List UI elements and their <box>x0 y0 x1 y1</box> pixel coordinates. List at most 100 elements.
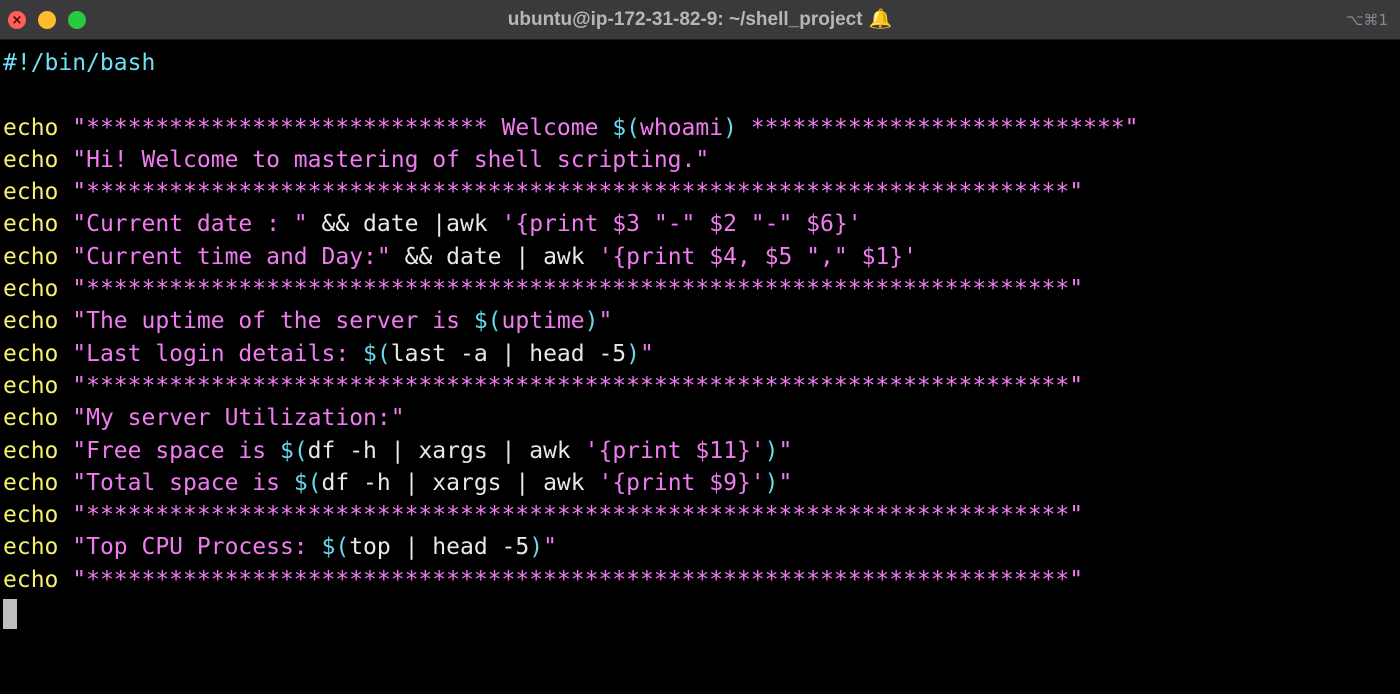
text-cursor <box>3 598 17 629</box>
window-title-container: ubuntu@ip-172-31-82-9: ~/shell_project 🔔 <box>0 0 1400 40</box>
window-title: ubuntu@ip-172-31-82-9: ~/shell_project <box>507 9 863 30</box>
code-token: "Current date : " <box>72 211 308 238</box>
code-token: df -h | xargs | awk <box>321 469 599 496</box>
terminal-line: echo "My server Utilization:" <box>3 402 1400 434</box>
code-token: echo <box>3 211 59 238</box>
code-token: echo <box>3 405 59 432</box>
code-token: echo <box>3 502 59 529</box>
code-token: whoami <box>640 114 724 141</box>
code-token: ) <box>626 340 641 367</box>
code-token: $( <box>363 340 391 367</box>
terminal-content[interactable]: #!/bin/bash echo "***********************… <box>0 41 1400 694</box>
code-token: "Current time and Day:" <box>72 243 391 270</box>
window-shortcut-label: ⌥⌘1 <box>1346 11 1388 29</box>
terminal-window: × ubuntu@ip-172-31-82-9: ~/shell_project… <box>0 0 1400 694</box>
code-token: ) <box>529 534 544 561</box>
code-token: $( <box>293 469 322 496</box>
terminal-line: echo "The uptime of the server is $(upti… <box>3 305 1400 337</box>
terminal-line: echo "***************************** Welc… <box>3 112 1400 144</box>
code-token: "Hi! Welcome to mastering of shell scrip… <box>72 146 710 173</box>
code-token: ) <box>723 114 737 141</box>
code-token: && date |awk <box>307 211 502 238</box>
terminal-line: echo "**********************************… <box>3 564 1400 596</box>
code-token: "Total space is <box>72 469 294 496</box>
terminal-line: echo "**********************************… <box>3 273 1400 305</box>
code-token: echo <box>3 534 59 561</box>
code-token: echo <box>3 243 59 270</box>
code-token: ***************************" <box>736 114 1139 141</box>
code-token: " <box>640 340 654 367</box>
terminal-line: echo "Last login details: $(last -a | he… <box>3 338 1400 370</box>
code-token: "***************************************… <box>72 502 1084 529</box>
code-token: $( <box>473 308 502 335</box>
code-token: '{print $9}' <box>598 469 765 496</box>
cursor-line <box>3 596 1400 629</box>
code-token: "Top CPU Process: <box>72 534 322 561</box>
code-token: '{print $3 "-" $2 "-" $6}' <box>501 211 862 238</box>
code-token: echo <box>3 308 59 335</box>
code-token: " <box>778 469 793 496</box>
terminal-line: echo "Hi! Welcome to mastering of shell … <box>3 144 1400 176</box>
bell-icon: 🔔 <box>868 9 893 30</box>
code-token: '{print $11}' <box>584 437 765 464</box>
code-token: && date | awk <box>390 243 599 270</box>
title-bar: × ubuntu@ip-172-31-82-9: ~/shell_project… <box>0 0 1400 40</box>
code-token: "***************************************… <box>72 276 1084 303</box>
code-token: "***************************************… <box>72 566 1084 593</box>
code-token: " <box>778 437 793 464</box>
code-token: echo <box>3 114 59 141</box>
code-token: echo <box>3 276 59 303</box>
terminal-line: echo "**********************************… <box>3 176 1400 208</box>
terminal-line: echo "Top CPU Process: $(top | head -5)" <box>3 531 1400 563</box>
code-token: $( <box>321 534 350 561</box>
code-token: " <box>598 308 613 335</box>
terminal-line: echo "**********************************… <box>3 499 1400 531</box>
terminal-line: echo "Free space is $(df -h | xargs | aw… <box>3 435 1400 467</box>
code-token: #!/bin/bash <box>3 50 156 76</box>
code-token: "Free space is <box>72 437 280 464</box>
code-token: " <box>543 534 557 561</box>
code-token: ) <box>584 308 599 335</box>
terminal-line: echo "Total space is $(df -h | xargs | a… <box>3 467 1400 499</box>
code-token: ) <box>764 469 779 496</box>
code-token: echo <box>3 146 59 173</box>
code-token: "Last login details: <box>72 340 364 367</box>
terminal-line: echo "Current date : " && date |awk '{pr… <box>3 208 1400 240</box>
terminal-line: #!/bin/bash <box>3 47 1400 79</box>
terminal-line: echo "Current time and Day:" && date | a… <box>3 241 1400 273</box>
code-token: echo <box>3 372 59 399</box>
code-token: ) <box>764 437 779 464</box>
code-token: last -a | head -5 <box>390 340 627 367</box>
code-token: '{print $4, $5 "," $1}' <box>598 243 917 270</box>
code-token: uptime <box>501 308 585 335</box>
code-token: $( <box>612 114 640 141</box>
code-token: $( <box>279 437 308 464</box>
code-token: df -h | xargs | awk <box>307 437 585 464</box>
terminal-line: echo "**********************************… <box>3 370 1400 402</box>
code-token: "***************************************… <box>72 372 1084 399</box>
code-token: "The uptime of the server is <box>72 308 474 335</box>
code-token: echo <box>3 469 59 496</box>
code-token: "***************************************… <box>72 179 1084 206</box>
code-token: top | head -5 <box>349 534 530 561</box>
code-token: "***************************** Welcome <box>72 114 613 141</box>
code-token: echo <box>3 437 59 464</box>
code-token: "My server Utilization:" <box>72 405 405 432</box>
code-token: echo <box>3 340 59 367</box>
